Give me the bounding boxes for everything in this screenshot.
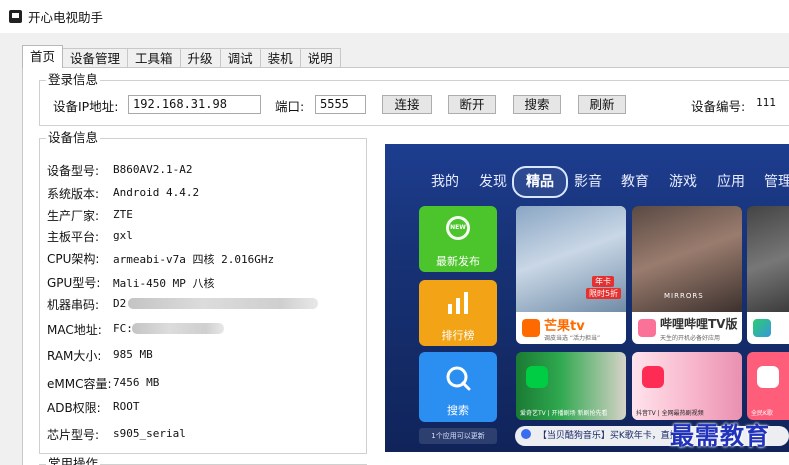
mango-sub: 调皮当选 “活力担当” xyxy=(544,335,601,342)
title-bar: 开心电视助手 xyxy=(0,0,789,33)
tv-card-right-partial[interactable] xyxy=(747,206,789,344)
tv-screen-preview[interactable]: 我的 发现 精品 影音 教育 游戏 应用 管理 NEW 最新发布 排行榜 搜索 … xyxy=(385,144,789,452)
device-number-label: 设备编号: xyxy=(691,99,746,114)
tv-tile-search-label: 搜索 xyxy=(447,404,469,417)
info-value-cpu: armeabi-v7a 四核 2.016GHz xyxy=(113,253,275,266)
device-ip-label: 设备IP地址: xyxy=(53,99,119,114)
info-value-model: B860AV2.1-A2 xyxy=(113,163,193,176)
tab-upgrade[interactable]: 升级 xyxy=(179,48,221,68)
info-value-board-platform: gxl xyxy=(113,229,133,242)
info-value-serial: D2 xyxy=(113,297,127,310)
iqiyi-sub: 爱奇艺TV | 开播剧场 新剧抢先看 xyxy=(520,410,608,417)
tv-nav-apps[interactable]: 应用 xyxy=(717,171,745,191)
search-button[interactable]: 搜索 xyxy=(513,95,561,114)
info-label-adb: ADB权限: xyxy=(47,401,101,415)
tab-help[interactable]: 说明 xyxy=(299,48,341,68)
tv-nav-manage[interactable]: 管理 xyxy=(764,171,789,191)
bilibili-card-footer: 哔哩哔哩TV版 天生的开机必备好应用 xyxy=(632,312,742,344)
tv-card-mango[interactable]: 年卡 限时5折 芒果tv 调皮当选 “活力担当” xyxy=(516,206,626,344)
refresh-button[interactable]: 刷新 xyxy=(578,95,626,114)
main-window: 开心电视助手 首页 设备管理 工具箱 升级 调试 装机 说明 登录信息 设备IP… xyxy=(0,0,789,465)
info-label-emmc: eMMC容量: xyxy=(47,377,112,391)
bar-chart-icon xyxy=(448,292,468,314)
mango-tv-logo-icon xyxy=(522,319,540,337)
play-store-logo-icon xyxy=(753,319,771,337)
app-icon xyxy=(9,10,22,23)
info-label-ram: RAM大小: xyxy=(47,349,102,363)
tab-home[interactable]: 首页 xyxy=(22,45,64,68)
right-partial-poster xyxy=(747,206,789,314)
info-value-os-version: Android 4.4.2 xyxy=(113,186,200,199)
device-info-group-title: 设备信息 xyxy=(46,130,101,145)
login-group-title: 登录信息 xyxy=(46,72,101,87)
right-partial-footer xyxy=(747,312,789,344)
info-value-gpu: Mali-450 MP 八核 xyxy=(113,277,215,290)
info-label-model: 设备型号: xyxy=(47,164,100,178)
tv-tile-ranking-label: 排行榜 xyxy=(441,329,475,342)
tab-device-management[interactable]: 设备管理 xyxy=(62,48,129,68)
tv-nav-games[interactable]: 游戏 xyxy=(669,171,697,191)
info-label-gpu: GPU型号: xyxy=(47,276,101,290)
connect-button[interactable]: 连接 xyxy=(382,95,432,114)
common-actions-group-title: 常用操作 xyxy=(46,457,101,465)
tv-tile-search[interactable]: 搜索 xyxy=(419,352,497,422)
main-tabs: 首页 设备管理 工具箱 升级 调试 装机 说明 xyxy=(22,45,341,68)
tv-nav-education[interactable]: 教育 xyxy=(621,171,649,191)
info-value-adb: ROOT xyxy=(113,400,140,413)
info-value-emmc: 7456 MB xyxy=(113,376,160,389)
disconnect-button[interactable]: 断开 xyxy=(448,95,496,114)
port-input[interactable]: 5555 xyxy=(315,95,366,114)
info-label-serial: 机器串码: xyxy=(47,298,100,312)
ticker-info-icon xyxy=(521,429,531,439)
mango-badge-bottom: 限时5折 xyxy=(586,288,622,299)
mac-redaction xyxy=(132,323,224,334)
tv-nav-media[interactable]: 影音 xyxy=(574,171,602,191)
mango-card-footer: 芒果tv 调皮当选 “活力担当” xyxy=(516,312,626,344)
search-icon xyxy=(446,366,471,391)
tv-card-douyin[interactable]: 抖音TV | 全网最热剧视频 xyxy=(632,352,742,420)
ticker-text: 【当贝酷狗音乐】买K歌年卡，直播… xyxy=(537,431,688,441)
watermark-logo: 最需教育 xyxy=(670,421,770,450)
bilibili-logo-icon xyxy=(638,319,656,337)
info-label-mac: MAC地址: xyxy=(47,323,102,337)
bilibili-sub: 天生的开机必备好应用 xyxy=(660,335,721,342)
tv-nav-bar: 我的 发现 精品 影音 教育 游戏 应用 管理 xyxy=(385,166,789,198)
info-label-cpu: CPU架构: xyxy=(47,252,100,266)
info-label-board-platform: 主板平台: xyxy=(47,230,100,244)
tv-card-iqiyi[interactable]: 爱奇艺TV | 开播剧场 新剧抢先看 xyxy=(516,352,626,420)
serial-redaction xyxy=(128,298,318,309)
info-value-ram: 985 MB xyxy=(113,348,153,361)
tv-card-karaoke[interactable]: 全民K歌 xyxy=(747,352,789,420)
window-title: 开心电视助手 xyxy=(28,10,104,25)
port-label: 端口: xyxy=(275,99,305,114)
device-number-value: 111 xyxy=(756,96,776,109)
tv-nav-featured[interactable]: 精品 xyxy=(512,166,568,198)
bilibili-brand: 哔哩哔哩TV版 xyxy=(660,317,738,331)
tv-tile-latest-label: 最新发布 xyxy=(436,255,480,268)
tab-debug[interactable]: 调试 xyxy=(219,48,261,68)
tab-toolbox[interactable]: 工具箱 xyxy=(127,48,181,68)
info-label-os-version: 系统版本: xyxy=(47,187,100,201)
mango-brand: 芒果tv xyxy=(544,319,585,334)
tab-install[interactable]: 装机 xyxy=(259,48,301,68)
new-badge-text: NEW xyxy=(450,224,466,231)
tv-apps-update-link[interactable]: 1个应用可以更新 xyxy=(419,428,497,444)
iqiyi-logo-icon xyxy=(526,366,548,388)
douyin-logo-icon xyxy=(642,366,664,388)
device-ip-input[interactable]: 192.168.31.98 xyxy=(128,95,261,114)
mango-badge-top: 年卡 xyxy=(592,276,614,287)
tv-nav-discover[interactable]: 发现 xyxy=(479,171,507,191)
tv-nav-mine[interactable]: 我的 xyxy=(431,171,459,191)
tv-tile-ranking[interactable]: 排行榜 xyxy=(419,280,497,346)
info-value-manufacturer: ZTE xyxy=(113,208,133,221)
karaoke-logo-icon xyxy=(757,366,779,388)
bilibili-poster-title: MIRRORS xyxy=(664,292,704,300)
info-label-manufacturer: 生产厂家: xyxy=(47,209,100,223)
info-value-mac: FC: xyxy=(113,322,133,335)
tv-card-bilibili[interactable]: MIRRORS 哔哩哔哩TV版 天生的开机必备好应用 xyxy=(632,206,742,344)
info-value-chip: s905_serial xyxy=(113,427,186,440)
tv-tile-latest[interactable]: NEW 最新发布 xyxy=(419,206,497,272)
info-label-chip: 芯片型号: xyxy=(47,428,100,442)
